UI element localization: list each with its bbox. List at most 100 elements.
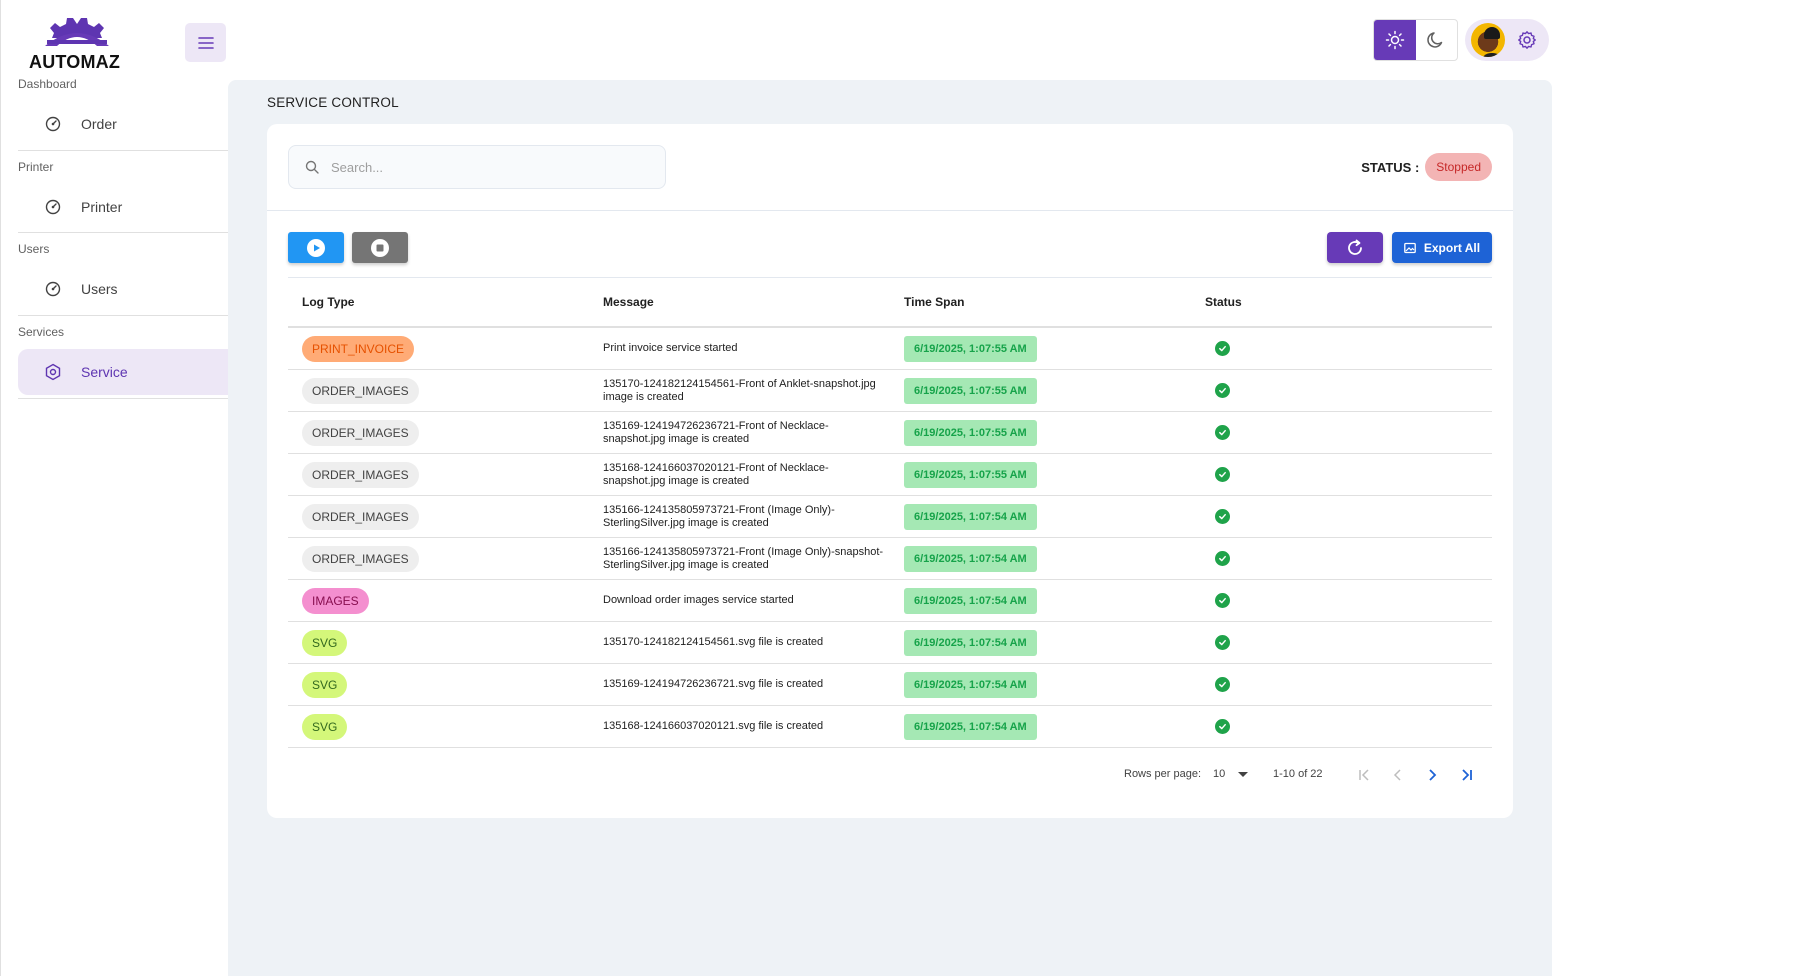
stop-service-button[interactable]	[352, 232, 408, 263]
sidebar-item-order[interactable]: Order	[18, 101, 246, 147]
status-cell	[1191, 719, 1341, 734]
status-label: STATUS :	[1361, 159, 1420, 175]
stop-circle-icon	[371, 238, 389, 257]
log-type-chip: IMAGES	[302, 587, 369, 614]
nav-divider	[18, 398, 246, 399]
table-row[interactable]: PRINT_INVOICE Print invoice service start…	[288, 328, 1492, 370]
sidebar-item-printer[interactable]: Printer	[18, 184, 246, 230]
avatar	[1471, 23, 1505, 57]
service-card: STATUS : Stopped Export All Log Type Mes…	[267, 124, 1513, 818]
service-status: STATUS : Stopped	[1361, 153, 1492, 181]
status-badge: Stopped	[1425, 153, 1492, 181]
table-body: PRINT_INVOICE Print invoice service start…	[288, 328, 1492, 748]
status-cell	[1191, 467, 1341, 482]
log-type-chip: SVG	[302, 671, 348, 698]
time-span-cell: 6/19/2025, 1:07:54 AM	[890, 671, 1191, 698]
brand-name: AUTOMAZ	[29, 52, 121, 72]
export-all-label: Export All	[1423, 240, 1481, 255]
profile-chip[interactable]	[1465, 19, 1549, 61]
log-type-chip: ORDER_IMAGES	[302, 503, 419, 530]
table-row[interactable]: SVG 135168-124166037020121.svg file is cr…	[288, 706, 1492, 748]
gear-logo-icon	[45, 18, 109, 46]
column-header-message: Message	[603, 294, 654, 309]
status-cell	[1191, 383, 1341, 398]
time-badge: 6/19/2025, 1:07:55 AM	[904, 335, 1037, 362]
sidebar-item-service[interactable]: Service	[18, 349, 246, 395]
play-circle-icon	[307, 238, 325, 257]
search-box	[288, 145, 666, 189]
column-header-time-span: Time Span	[904, 295, 965, 309]
time-span-cell: 6/19/2025, 1:07:54 AM	[890, 545, 1191, 572]
table-row[interactable]: SVG 135169-124194726236721.svg file is cr…	[288, 664, 1492, 706]
log-type-cell: ORDER_IMAGES	[288, 419, 589, 446]
table-row[interactable]: IMAGES Download order images service star…	[288, 580, 1492, 622]
message-cell: Download order images service started	[603, 594, 794, 606]
main-content: SERVICE CONTROL STATUS : Stopped Export …	[228, 80, 1552, 976]
table-row[interactable]: SVG 135170-124182124154561.svg file is cr…	[288, 622, 1492, 664]
column-header-log-type: Log Type	[302, 295, 355, 309]
time-span-cell: 6/19/2025, 1:07:54 AM	[890, 713, 1191, 740]
check-circle-icon	[1215, 341, 1230, 356]
time-span-cell: 6/19/2025, 1:07:54 AM	[890, 587, 1191, 614]
sidebar-item-label: Order	[81, 116, 117, 132]
log-type-cell: ORDER_IMAGES	[288, 545, 589, 572]
check-circle-icon	[1215, 551, 1230, 566]
image-icon	[1404, 242, 1416, 253]
brand-logo[interactable]: AUTOMAZ	[29, 18, 129, 76]
search-input[interactable]	[331, 159, 631, 175]
table-row[interactable]: ORDER_IMAGES 135166-124135805973721-Front…	[288, 538, 1492, 580]
log-type-cell: SVG	[288, 671, 589, 698]
nav-caption: Printer	[18, 160, 54, 174]
sidebar-item-users[interactable]: Users	[18, 266, 246, 312]
nav-caption: Users	[18, 242, 50, 256]
dashboard-icon	[43, 279, 63, 299]
refresh-button[interactable]	[1327, 232, 1383, 263]
chevron-down-icon[interactable]	[1238, 772, 1248, 777]
table-row[interactable]: ORDER_IMAGES 135170-124182124154561-Front…	[288, 370, 1492, 412]
time-span-cell: 6/19/2025, 1:07:55 AM	[890, 377, 1191, 404]
nav-group-users: Users Users	[18, 242, 246, 312]
nav-group-printer: Printer Printer	[18, 160, 246, 230]
log-type-cell: SVG	[288, 629, 589, 656]
message-cell: 135168-124166037020121.svg file is creat…	[603, 720, 824, 732]
message-cell: 135166-124135805973721-Front (Image Only…	[603, 503, 835, 529]
table-row[interactable]: ORDER_IMAGES 135166-124135805973721-Front…	[288, 496, 1492, 538]
gear-icon	[1515, 28, 1539, 52]
sun-icon	[1385, 30, 1404, 50]
check-circle-icon	[1215, 467, 1230, 482]
message-cell: 135168-124166037020121-Front of Necklace…	[603, 461, 829, 487]
check-circle-icon	[1215, 677, 1230, 692]
dashboard-icon	[43, 197, 63, 217]
menu-toggle-button[interactable]	[185, 23, 226, 62]
time-badge: 6/19/2025, 1:07:54 AM	[904, 503, 1037, 530]
dashboard-icon	[43, 114, 63, 134]
nav-divider	[18, 232, 246, 233]
page-title: SERVICE CONTROL	[267, 95, 399, 110]
light-theme-button[interactable]	[1374, 20, 1416, 60]
moon-icon	[1427, 32, 1443, 48]
table-row[interactable]: ORDER_IMAGES 135168-124166037020121-Front…	[288, 454, 1492, 496]
previous-page-icon[interactable]	[1387, 764, 1409, 786]
status-cell	[1191, 593, 1341, 608]
nav-divider	[18, 315, 246, 316]
log-type-cell: IMAGES	[288, 587, 589, 614]
export-all-button[interactable]: Export All	[1392, 232, 1492, 263]
start-service-button[interactable]	[288, 232, 344, 263]
message-cell: 135170-124182124154561.svg file is creat…	[603, 636, 824, 648]
time-badge: 6/19/2025, 1:07:54 AM	[904, 671, 1037, 698]
time-span-cell: 6/19/2025, 1:07:54 AM	[890, 629, 1191, 656]
status-cell	[1191, 551, 1341, 566]
log-type-cell: ORDER_IMAGES	[288, 503, 589, 530]
next-page-icon[interactable]	[1421, 764, 1443, 786]
nav-group-services: Services Service	[18, 325, 246, 395]
dark-theme-button[interactable]	[1416, 20, 1458, 60]
message-cell: 135169-124194726236721.svg file is creat…	[603, 678, 824, 690]
table-row[interactable]: ORDER_IMAGES 135169-124194726236721-Front…	[288, 412, 1492, 454]
time-span-cell: 6/19/2025, 1:07:55 AM	[890, 419, 1191, 446]
check-circle-icon	[1215, 425, 1230, 440]
status-cell	[1191, 341, 1341, 356]
status-cell	[1191, 509, 1341, 524]
last-page-icon[interactable]	[1456, 764, 1478, 786]
rows-per-page-select[interactable]: 10	[1213, 768, 1225, 780]
first-page-icon[interactable]	[1353, 764, 1375, 786]
